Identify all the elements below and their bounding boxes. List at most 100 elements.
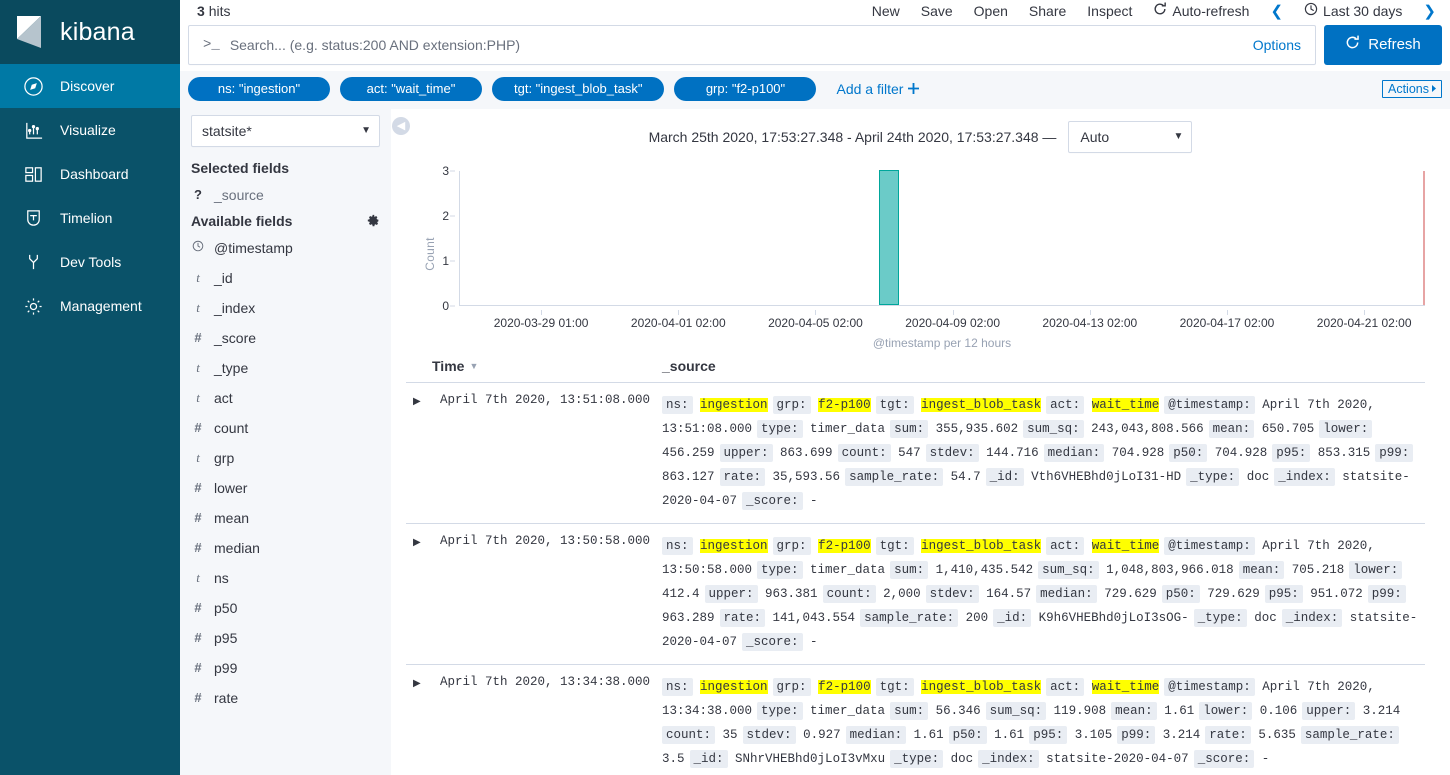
field-key: lower: (1199, 702, 1252, 720)
chart-plot-area[interactable]: 0123 2020-03-29 01:002020-04-01 02:00202… (459, 171, 1425, 306)
histogram-chart: Count 0123 2020-03-29 01:002020-04-01 02… (391, 155, 1450, 348)
expand-row-caret-icon[interactable]: ▶ (406, 534, 432, 654)
field-key: p99: (1117, 726, 1155, 744)
field-item-p95[interactable]: #p95 (180, 623, 391, 653)
field-key: _id: (690, 750, 728, 768)
field-item-lower[interactable]: #lower (180, 473, 391, 503)
sidebar-item-label: Dev Tools (60, 254, 121, 270)
chart-x-tick-label: 2020-04-09 02:00 (905, 316, 1000, 330)
doc-table-col-time[interactable]: Time ▼ (432, 358, 662, 374)
collapse-sidebar-button[interactable]: ◀ (392, 117, 410, 135)
field-key: upper: (720, 444, 773, 462)
field-item-source[interactable]: ? _source (180, 180, 391, 210)
field-value: doc (951, 752, 974, 766)
filter-actions-button[interactable]: Actions (1382, 80, 1442, 98)
field-value: 1,048,803,966.018 (1106, 563, 1234, 577)
field-key: ns: (662, 396, 693, 414)
filter-pill-act[interactable]: act: "wait_time" (340, 77, 482, 101)
menu-save[interactable]: Save (921, 3, 953, 19)
field-item-count[interactable]: #count (180, 413, 391, 443)
field-item-median[interactable]: #median (180, 533, 391, 563)
field-key: rate: (720, 468, 766, 486)
chart-x-ticks: 2020-03-29 01:002020-04-01 02:002020-04-… (459, 310, 1425, 332)
kibana-brand[interactable]: kibana (0, 0, 180, 64)
field-value: SNhrVHEBhd0jLoI3vMxu (735, 752, 885, 766)
field-value: 963.381 (765, 587, 818, 601)
expand-row-caret-icon[interactable]: ▶ (406, 675, 432, 771)
caret-down-icon[interactable]: ▼ (469, 361, 478, 371)
field-key: rate: (1205, 726, 1251, 744)
field-item-score[interactable]: #_score (180, 323, 391, 353)
sidebar-item-dashboard[interactable]: Dashboard (0, 152, 180, 196)
bar-chart-icon (22, 119, 44, 141)
field-value: wait_time (1092, 539, 1160, 553)
field-item-p50[interactable]: #p50 (180, 593, 391, 623)
doc-table-col-source[interactable]: _source (662, 358, 1425, 374)
chart-now-marker (1423, 171, 1425, 305)
time-prev-button[interactable]: ❮ (1270, 2, 1283, 20)
chart-header: March 25th 2020, 17:53:27.348 - April 24… (391, 109, 1450, 155)
field-key: p99: (1368, 585, 1406, 603)
field-item-id[interactable]: t_id (180, 263, 391, 293)
row-time-cell: April 7th 2020, 13:34:38.000 (432, 675, 662, 771)
field-value: 144.716 (986, 446, 1039, 460)
field-name: @timestamp (214, 240, 293, 256)
time-next-button[interactable]: ❯ (1423, 2, 1436, 20)
field-value: 2,000 (883, 587, 921, 601)
field-item-act[interactable]: tact (180, 383, 391, 413)
field-item-grp[interactable]: tgrp (180, 443, 391, 473)
field-value: 119.908 (1054, 704, 1107, 718)
menu-inspect[interactable]: Inspect (1087, 3, 1132, 19)
refresh-button-label: Refresh (1368, 36, 1421, 53)
field-key: type: (757, 702, 803, 720)
sidebar-item-visualize[interactable]: Visualize (0, 108, 180, 152)
chart-y-axis-line (459, 171, 460, 306)
field-value: 54.7 (951, 470, 981, 484)
filter-pill-grp[interactable]: grp: "f2-p100" (674, 77, 816, 101)
field-item-mean[interactable]: #mean (180, 503, 391, 533)
sidebar-item-dev-tools[interactable]: Dev Tools (0, 240, 180, 284)
filter-bar: ns: "ingestion" act: "wait_time" tgt: "i… (180, 71, 1450, 109)
field-key: p50: (1169, 444, 1207, 462)
field-item-p99[interactable]: #p99 (180, 653, 391, 683)
field-key: mean: (1209, 420, 1255, 438)
filter-pill-tgt[interactable]: tgt: "ingest_blob_task" (492, 77, 664, 101)
field-type-number-icon: # (192, 600, 204, 615)
menu-share[interactable]: Share (1029, 3, 1066, 19)
field-key: median: (846, 726, 907, 744)
search-input[interactable] (230, 37, 1239, 53)
add-filter-button[interactable]: Add a filter (836, 81, 919, 97)
chart-y-tick-mark (450, 170, 455, 171)
expand-row-caret-icon[interactable]: ▶ (406, 393, 432, 513)
field-key: sum: (890, 561, 928, 579)
sidebar-item-management[interactable]: Management (0, 284, 180, 328)
field-item-index[interactable]: t_index (180, 293, 391, 323)
filter-pill-ns[interactable]: ns: "ingestion" (188, 77, 330, 101)
field-value: K9h6VHEBhd0jLoI3sOG- (1039, 611, 1189, 625)
doc-table: Time ▼ _source ▶April 7th 2020, 13:51:08… (391, 348, 1450, 775)
menu-open[interactable]: Open (974, 3, 1008, 19)
search-box[interactable]: >_ Options (188, 25, 1316, 65)
field-settings-gear-icon[interactable] (367, 214, 380, 227)
refresh-button[interactable]: Refresh (1324, 25, 1442, 65)
chart-y-tick-label: 3 (442, 164, 449, 178)
table-row: ▶April 7th 2020, 13:51:08.000ns: ingesti… (406, 383, 1425, 524)
field-item-ns[interactable]: tns (180, 563, 391, 593)
field-item-rate[interactable]: #rate (180, 683, 391, 713)
field-item-type[interactable]: t_type (180, 353, 391, 383)
field-key: sum: (890, 702, 928, 720)
sidebar-item-discover[interactable]: Discover (0, 64, 180, 108)
row-source-cell: ns: ingestiongrp: f2-p100tgt: ingest_blo… (662, 393, 1425, 513)
interval-selector[interactable]: Auto ▼ (1068, 121, 1192, 153)
available-fields-label: Available fields (191, 213, 292, 229)
chart-bar[interactable] (879, 170, 899, 305)
selected-fields-title: Selected fields (180, 157, 391, 180)
auto-refresh-button[interactable]: Auto-refresh (1153, 2, 1249, 19)
field-value: - (1262, 752, 1270, 766)
index-pattern-selector[interactable]: statsite* ▼ (191, 115, 380, 147)
field-item-at-timestamp[interactable]: @timestamp (180, 233, 391, 263)
sidebar-item-timelion[interactable]: Timelion (0, 196, 180, 240)
menu-new[interactable]: New (872, 3, 900, 19)
query-options-button[interactable]: Options (1239, 37, 1315, 53)
time-range-button[interactable]: Last 30 days (1304, 2, 1402, 19)
